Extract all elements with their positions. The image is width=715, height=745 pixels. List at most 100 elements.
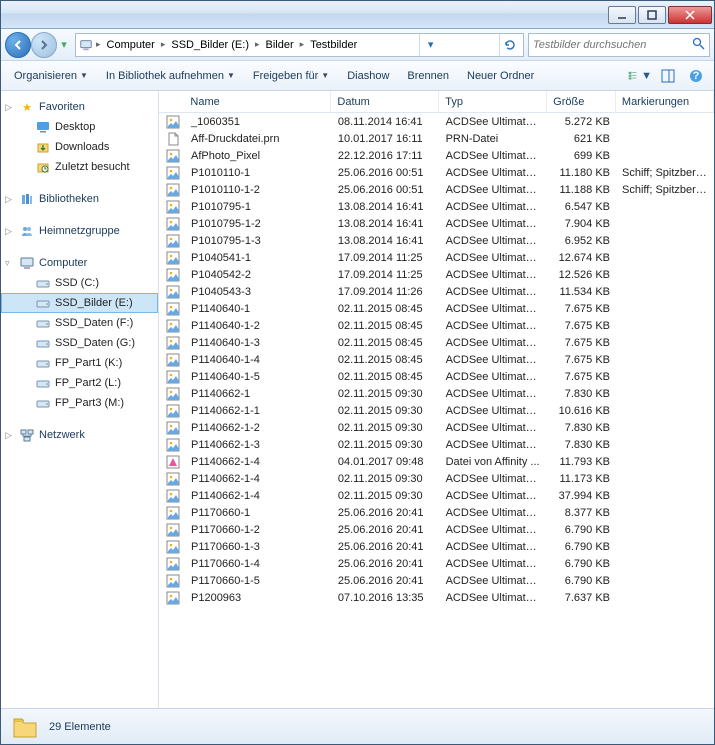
file-date: 17.09.2014 11:25 [332, 252, 440, 264]
refresh-button[interactable] [499, 34, 521, 56]
file-row[interactable]: P1140662-1-102.11.2015 09:30ACDSee Ultim… [159, 402, 714, 419]
col-type[interactable]: Typ [439, 91, 547, 112]
file-row[interactable]: P1170660-1-325.06.2016 20:41ACDSee Ultim… [159, 538, 714, 555]
file-row[interactable]: Aff-Druckdatei.prn10.01.2017 16:11PRN-Da… [159, 130, 714, 147]
file-row[interactable]: P1140662-1-302.11.2015 09:30ACDSee Ultim… [159, 436, 714, 453]
crumb-folder2[interactable]: Testbilder [306, 34, 361, 56]
nav-drive-5[interactable]: FP_Part2 (L:) [1, 373, 158, 393]
file-row[interactable]: P1140640-1-202.11.2015 08:45ACDSee Ultim… [159, 317, 714, 334]
file-row[interactable]: P1010795-1-213.08.2014 16:41ACDSee Ultim… [159, 215, 714, 232]
file-icon [165, 199, 181, 215]
network-group[interactable]: ▷Netzwerk [1, 425, 158, 445]
file-row[interactable]: P1170660-1-525.06.2016 20:41ACDSee Ultim… [159, 572, 714, 589]
nav-drive-3[interactable]: SSD_Daten (G:) [1, 333, 158, 353]
file-row[interactable]: P1170660-1-225.06.2016 20:41ACDSee Ultim… [159, 521, 714, 538]
file-type: ACDSee Ultimate ... [440, 150, 548, 162]
file-row[interactable]: P1040541-117.09.2014 11:25ACDSee Ultimat… [159, 249, 714, 266]
file-row[interactable]: P1010110-1-225.06.2016 00:51ACDSee Ultim… [159, 181, 714, 198]
navigation-pane[interactable]: ▷★Favoriten Desktop Downloads Zuletzt be… [1, 91, 159, 708]
file-name: P1140662-1-1 [185, 405, 332, 417]
nav-recent[interactable]: Zuletzt besucht [1, 157, 158, 177]
file-icon [165, 556, 181, 572]
favorites-group[interactable]: ▷★Favoriten [1, 97, 158, 117]
file-row[interactable]: P1140640-1-402.11.2015 08:45ACDSee Ultim… [159, 351, 714, 368]
file-name: P1140640-1-4 [185, 354, 332, 366]
file-row[interactable]: P1140662-102.11.2015 09:30ACDSee Ultimat… [159, 385, 714, 402]
file-size: 12.674 KB [547, 252, 616, 264]
nav-drive-0[interactable]: SSD (C:) [1, 273, 158, 293]
nav-drive-4[interactable]: FP_Part1 (K:) [1, 353, 158, 373]
nav-drive-6[interactable]: FP_Part3 (M:) [1, 393, 158, 413]
homegroup-group[interactable]: ▷Heimnetzgruppe [1, 221, 158, 241]
file-date: 02.11.2015 09:30 [332, 490, 440, 502]
file-name: Aff-Druckdatei.prn [185, 133, 332, 145]
preview-pane-button[interactable] [656, 65, 680, 87]
crumb-folder1[interactable]: Bilder [262, 34, 298, 56]
new-folder-button[interactable]: Neuer Ordner [460, 67, 541, 85]
file-row[interactable]: P1140662-1-404.01.2017 09:48Datei von Af… [159, 453, 714, 470]
file-type: ACDSee Ultimate ... [440, 184, 548, 196]
col-tags[interactable]: Markierungen [616, 91, 714, 112]
organize-button[interactable]: Organisieren▼ [7, 67, 95, 85]
file-row[interactable]: P1040543-317.09.2014 11:26ACDSee Ultimat… [159, 283, 714, 300]
libraries-group[interactable]: ▷Bibliotheken [1, 189, 158, 209]
maximize-button[interactable] [638, 6, 666, 24]
search-box[interactable] [528, 33, 710, 57]
file-list[interactable]: _106035108.11.2014 16:41ACDSee Ultimate … [159, 113, 714, 708]
file-row[interactable]: P1170660-1-425.06.2016 20:41ACDSee Ultim… [159, 555, 714, 572]
include-library-button[interactable]: In Bibliothek aufnehmen▼ [99, 67, 242, 85]
share-button[interactable]: Freigeben für▼ [246, 67, 336, 85]
history-dropdown[interactable]: ▾ [57, 32, 71, 58]
help-button[interactable]: ? [684, 65, 708, 87]
close-button[interactable] [668, 6, 712, 24]
file-row[interactable]: P1140662-1-402.11.2015 09:30ACDSee Ultim… [159, 487, 714, 504]
file-row[interactable]: P120096307.10.2016 13:35ACDSee Ultimate … [159, 589, 714, 606]
computer-group[interactable]: ▿Computer [1, 253, 158, 273]
file-icon [165, 216, 181, 232]
drive-icon [35, 315, 51, 331]
file-size: 6.547 KB [547, 201, 616, 213]
file-size: 621 KB [547, 133, 616, 145]
file-icon [165, 454, 181, 470]
crumb-computer[interactable]: Computer [103, 34, 159, 56]
file-icon [165, 318, 181, 334]
view-button[interactable]: ▼ [628, 65, 652, 87]
minimize-button[interactable] [608, 6, 636, 24]
col-date[interactable]: Datum [331, 91, 439, 112]
burn-button[interactable]: Brennen [400, 67, 456, 85]
nav-desktop[interactable]: Desktop [1, 117, 158, 137]
forward-button[interactable] [31, 32, 57, 58]
col-name[interactable]: Name [184, 91, 331, 112]
file-row[interactable]: AfPhoto_Pixel22.12.2016 17:11ACDSee Ulti… [159, 147, 714, 164]
crumb-drive[interactable]: SSD_Bilder (E:) [167, 34, 253, 56]
file-row[interactable]: P1140640-1-502.11.2015 08:45ACDSee Ultim… [159, 368, 714, 385]
breadcrumb[interactable]: ▸ Computer▸ SSD_Bilder (E:)▸ Bilder▸ Tes… [75, 33, 524, 57]
file-date: 13.08.2014 16:41 [332, 235, 440, 247]
file-icon [165, 420, 181, 436]
file-row[interactable]: P1140640-1-302.11.2015 08:45ACDSee Ultim… [159, 334, 714, 351]
file-row[interactable]: P1040542-217.09.2014 11:25ACDSee Ultimat… [159, 266, 714, 283]
drive-icon [35, 375, 51, 391]
file-row[interactable]: P1140640-102.11.2015 08:45ACDSee Ultimat… [159, 300, 714, 317]
file-type: ACDSee Ultimate ... [440, 473, 548, 485]
nav-drive-1[interactable]: SSD_Bilder (E:) [1, 293, 158, 313]
file-row[interactable]: P1140662-1-402.11.2015 09:30ACDSee Ultim… [159, 470, 714, 487]
file-row[interactable]: _106035108.11.2014 16:41ACDSee Ultimate … [159, 113, 714, 130]
file-name: _1060351 [185, 116, 332, 128]
slideshow-button[interactable]: Diashow [340, 67, 396, 85]
file-size: 37.994 KB [547, 490, 616, 502]
file-size: 7.637 KB [547, 592, 616, 604]
col-size[interactable]: Größe [547, 91, 616, 112]
back-button[interactable] [5, 32, 31, 58]
nav-downloads[interactable]: Downloads [1, 137, 158, 157]
file-row[interactable]: P1010795-1-313.08.2014 16:41ACDSee Ultim… [159, 232, 714, 249]
file-name: AfPhoto_Pixel [185, 150, 332, 162]
file-row[interactable]: P1170660-125.06.2016 20:41ACDSee Ultimat… [159, 504, 714, 521]
file-row[interactable]: P1010795-113.08.2014 16:41ACDSee Ultimat… [159, 198, 714, 215]
file-row[interactable]: P1140662-1-202.11.2015 09:30ACDSee Ultim… [159, 419, 714, 436]
nav-drive-2[interactable]: SSD_Daten (F:) [1, 313, 158, 333]
search-input[interactable] [533, 39, 692, 51]
file-row[interactable]: P1010110-125.06.2016 00:51ACDSee Ultimat… [159, 164, 714, 181]
file-size: 8.377 KB [547, 507, 616, 519]
refresh-dropdown[interactable]: ▾ [419, 34, 441, 56]
